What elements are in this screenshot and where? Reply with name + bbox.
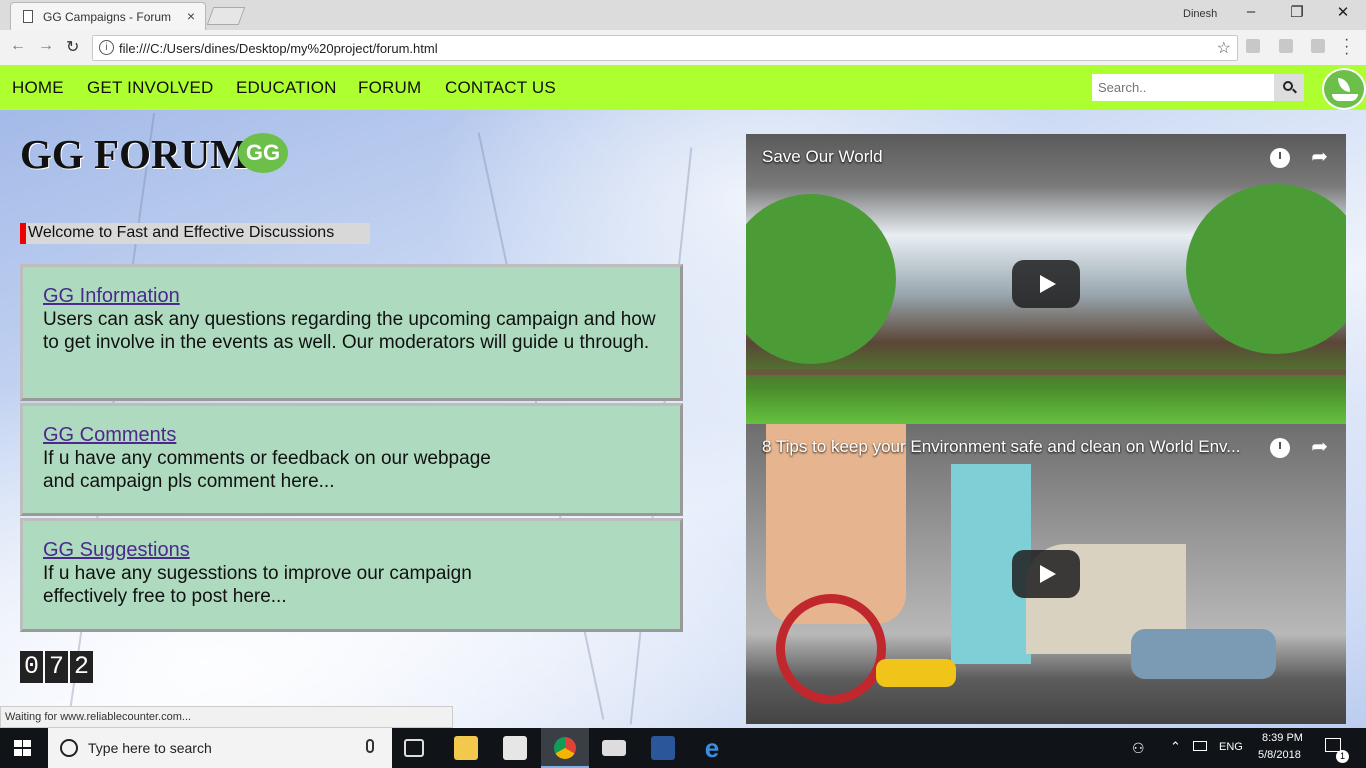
taskbar-search[interactable]: Type here to search xyxy=(48,728,392,768)
nav-get-involved[interactable]: GET INVOLVED xyxy=(87,78,213,98)
browser-tab-active[interactable]: GG Campaigns - Forum × xyxy=(10,2,206,30)
gg-badge: GG xyxy=(238,133,288,173)
tab-close-icon[interactable]: × xyxy=(187,8,195,24)
leaf-icon xyxy=(1338,78,1350,92)
video-title[interactable]: Save Our World xyxy=(762,147,883,167)
people-icon[interactable]: ⚇ xyxy=(1132,740,1145,757)
extension-icon[interactable] xyxy=(1279,39,1293,53)
forum-card-text: Users can ask any questions regarding th… xyxy=(43,309,656,353)
extension-icon[interactable] xyxy=(1311,39,1325,53)
start-button[interactable] xyxy=(14,740,32,756)
bookmark-star-icon[interactable]: ☆ xyxy=(1217,38,1231,58)
share-icon[interactable]: ➦ xyxy=(1311,144,1328,169)
forum-link-suggestions[interactable]: GG Suggestions xyxy=(43,539,505,562)
new-tab-button[interactable] xyxy=(206,7,246,25)
chrome-icon xyxy=(554,737,576,759)
tray-chevron-icon[interactable]: ⌃ xyxy=(1170,739,1181,755)
forum-card-text: If u have any comments or feedback on ou… xyxy=(43,448,491,492)
tab-title: GG Campaigns - Forum xyxy=(43,10,172,24)
back-icon[interactable]: ← xyxy=(10,37,26,55)
welcome-banner: Welcome to Fast and Effective Discussion… xyxy=(20,223,370,244)
fence-graphic xyxy=(746,369,1346,375)
forum-link-information[interactable]: GG Information xyxy=(43,285,660,308)
chrome-taskbar-button[interactable] xyxy=(541,728,589,768)
no-litter-sign xyxy=(776,594,886,704)
browser-tabstrip: GG Campaigns - Forum × Dinesh – ❐ ✕ xyxy=(0,0,1366,30)
nav-contact-us[interactable]: CONTACT US xyxy=(445,78,556,98)
tree-graphic xyxy=(746,194,896,364)
cortana-icon xyxy=(60,739,78,757)
nav-education[interactable]: EDUCATION xyxy=(236,78,337,98)
site-info-icon[interactable]: i xyxy=(99,40,114,55)
clock-date[interactable]: 5/8/2018 xyxy=(1258,749,1301,761)
counter-digit: 2 xyxy=(70,651,93,683)
document-icon xyxy=(23,10,33,23)
forward-icon[interactable]: → xyxy=(38,37,54,55)
counter-digit: 0 xyxy=(20,651,43,683)
search-button[interactable] xyxy=(1274,74,1304,101)
video-embed-save-our-world[interactable]: Save Our World ➦ xyxy=(746,134,1346,424)
store-icon[interactable] xyxy=(503,736,527,760)
forum-card-information: GG Information Users can ask any questio… xyxy=(20,264,683,401)
restore-button[interactable]: ❐ xyxy=(1277,3,1317,21)
counter-digit: 7 xyxy=(45,651,68,683)
play-button[interactable] xyxy=(1012,260,1080,308)
address-url[interactable]: file:///C:/Users/dines/Desktop/my%20proj… xyxy=(119,41,438,56)
microphone-icon[interactable] xyxy=(366,739,374,753)
windows-taskbar: Type here to search e ⚇ ⌃ ENG 8:39 PM 5/… xyxy=(0,728,1366,768)
extension-icon[interactable] xyxy=(1246,39,1260,53)
nav-forum[interactable]: FORUM xyxy=(358,78,421,98)
site-navbar: HOME GET INVOLVED EDUCATION FORUM CONTAC… xyxy=(0,66,1366,110)
word-icon[interactable] xyxy=(651,736,675,760)
site-logo[interactable] xyxy=(1322,68,1366,110)
forum-card-comments: GG Comments If u have any comments or fe… xyxy=(20,403,683,516)
window-user-label: Dinesh xyxy=(1183,8,1218,20)
browser-status-bar: Waiting for www.reliablecounter.com... xyxy=(0,706,453,728)
tree-graphic xyxy=(1186,184,1346,354)
window-close-button[interactable]: ✕ xyxy=(1323,3,1363,21)
video-title[interactable]: 8 Tips to keep your Environment safe and… xyxy=(762,437,1240,457)
watch-later-icon[interactable] xyxy=(1270,148,1290,168)
notification-count-badge: 1 xyxy=(1336,750,1349,763)
forum-card-text: If u have any sugesstions to improve our… xyxy=(43,563,472,607)
minimize-button[interactable]: – xyxy=(1231,3,1271,20)
search-input[interactable] xyxy=(1092,74,1274,101)
forum-link-comments[interactable]: GG Comments xyxy=(43,424,520,447)
language-indicator[interactable]: ENG xyxy=(1219,741,1243,753)
reload-icon[interactable]: ↻ xyxy=(66,37,79,57)
page-viewport: HOME GET INVOLVED EDUCATION FORUM CONTAC… xyxy=(0,66,1366,728)
play-button[interactable] xyxy=(1012,550,1080,598)
car-graphic xyxy=(1131,629,1276,679)
browser-toolbar: ← → ↻ i file:///C:/Users/dines/Desktop/m… xyxy=(0,30,1366,66)
task-view-icon[interactable] xyxy=(404,739,424,757)
edge-icon[interactable]: e xyxy=(700,735,724,761)
video-embed-environment-tips[interactable]: 8 Tips to keep your Environment safe and… xyxy=(746,424,1346,724)
nav-home[interactable]: HOME xyxy=(12,78,64,98)
taxi-graphic xyxy=(876,659,956,687)
share-icon[interactable]: ➦ xyxy=(1311,434,1328,459)
watch-later-icon[interactable] xyxy=(1270,438,1290,458)
forum-card-suggestions: GG Suggestions If u have any sugesstions… xyxy=(20,518,683,632)
mail-icon[interactable] xyxy=(602,740,626,756)
battery-icon[interactable] xyxy=(1193,741,1207,751)
address-bar[interactable]: i file:///C:/Users/dines/Desktop/my%20pr… xyxy=(92,35,1238,61)
browser-menu-icon[interactable]: · · · xyxy=(1344,32,1349,62)
file-explorer-icon[interactable] xyxy=(454,736,478,760)
clock-time[interactable]: 8:39 PM xyxy=(1262,732,1303,744)
taskbar-search-placeholder: Type here to search xyxy=(88,740,212,756)
page-title: GG FORUM xyxy=(20,131,249,177)
hand-icon xyxy=(1332,94,1358,101)
visitor-counter[interactable]: 0 7 2 xyxy=(20,651,95,683)
